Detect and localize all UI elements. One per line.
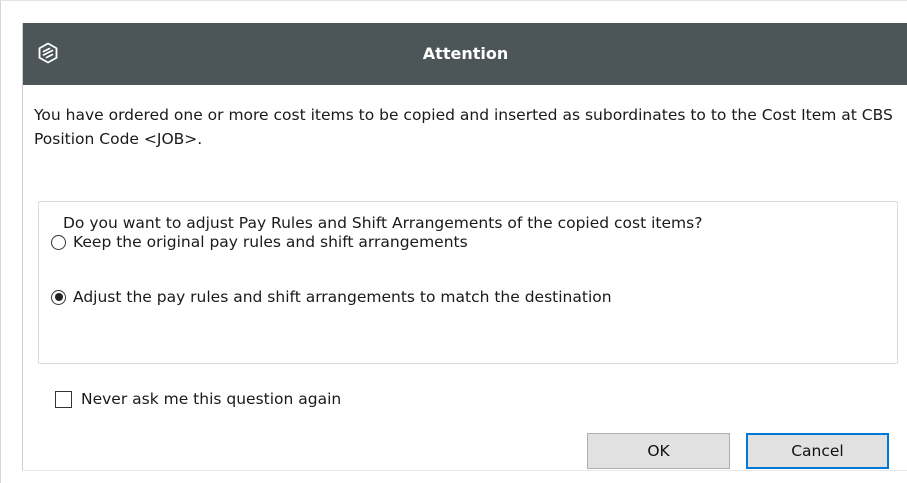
- cancel-button[interactable]: Cancel: [746, 433, 889, 469]
- radio-keep-original[interactable]: Keep the original pay rules and shift ar…: [51, 231, 468, 253]
- dialog-title: Attention: [422, 44, 509, 63]
- radio-adjust-label: Adjust the pay rules and shift arrangeme…: [73, 288, 612, 306]
- never-ask-checkbox[interactable]: [55, 390, 72, 408]
- never-ask-checkbox-row[interactable]: Never ask me this question again: [55, 388, 341, 410]
- page-edge: [0, 0, 1, 483]
- dialog-titlebar[interactable]: Attention: [23, 23, 907, 85]
- radio-button-icon[interactable]: [51, 234, 66, 250]
- radio-keep-label: Keep the original pay rules and shift ar…: [73, 233, 468, 251]
- attention-dialog: Attention You have ordered one or more c…: [22, 23, 907, 470]
- dialog-message: You have ordered one or more cost items …: [34, 106, 893, 148]
- ok-button[interactable]: OK: [587, 433, 730, 469]
- radio-adjust-destination[interactable]: Adjust the pay rules and shift arrangeme…: [51, 286, 612, 308]
- page-edge-top: [0, 0, 907, 1]
- radio-button-icon[interactable]: [51, 289, 66, 305]
- never-ask-label: Never ask me this question again: [81, 390, 342, 408]
